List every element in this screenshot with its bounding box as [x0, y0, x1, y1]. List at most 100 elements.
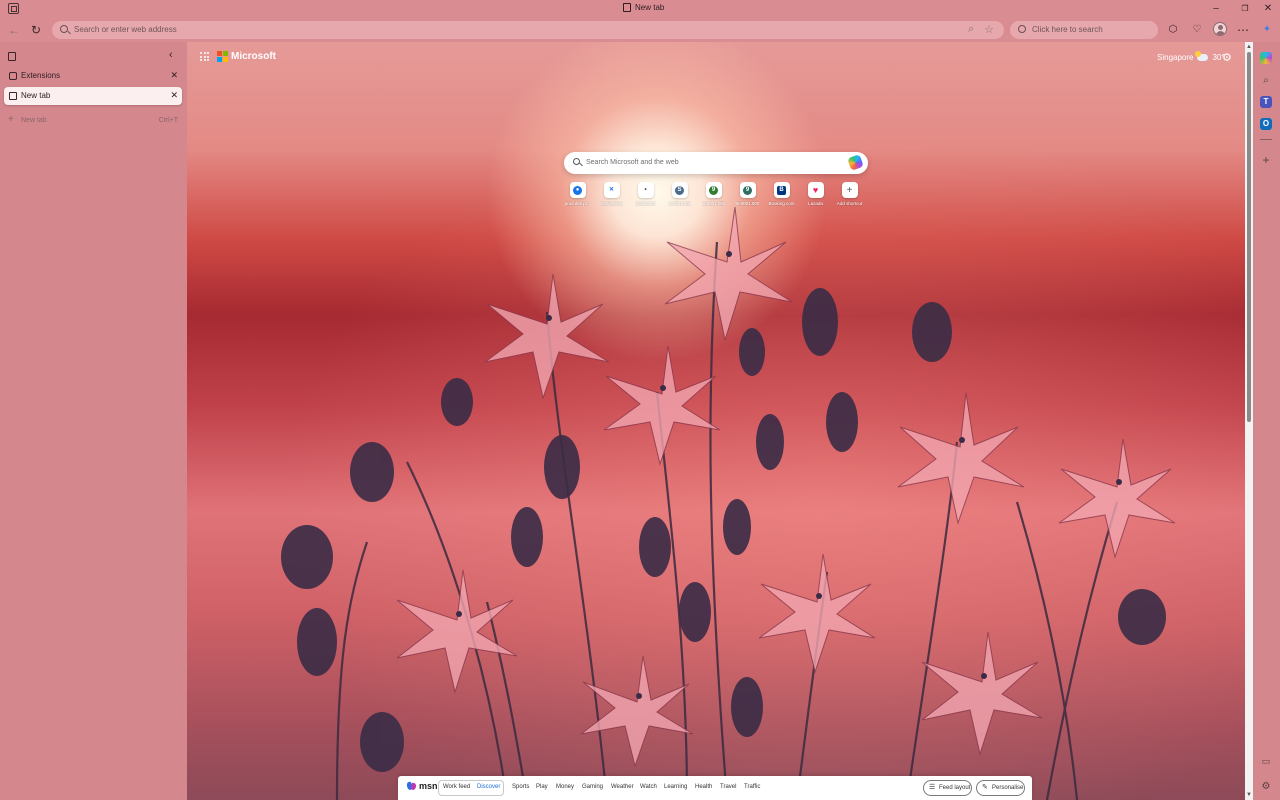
tab-weather[interactable]: Weather: [611, 784, 634, 790]
quick-link-label: prod.dev.pl...: [564, 201, 591, 206]
close-icon[interactable]: ✕: [1261, 2, 1275, 16]
tab-travel[interactable]: Travel: [720, 784, 736, 790]
quick-link[interactable]: ✕ Google/Dev: [597, 182, 626, 206]
window-title-text: New tab: [635, 3, 665, 12]
toolbar-search-placeholder: Click here to search: [1032, 25, 1103, 34]
quick-link[interactable]: • localhost:3: [631, 182, 660, 206]
favorite-star-icon[interactable]: ☆: [984, 23, 994, 36]
quick-link-label: Add shortcut: [836, 201, 863, 206]
copilot-icon[interactable]: [1260, 52, 1272, 64]
tab-traffic[interactable]: Traffic: [744, 784, 760, 790]
add-shortcut-button[interactable]: + Add shortcut: [835, 182, 864, 206]
quick-links: ● prod.dev.pl... ✕ Google/Dev • localhos…: [563, 182, 864, 206]
hide-sidebar-icon[interactable]: ▭: [1260, 755, 1272, 767]
feed-layout-button[interactable]: ☰ Feed layout: [923, 780, 972, 796]
web-search-placeholder: Search Microsoft and the web: [586, 159, 679, 166]
quick-link[interactable]: S ts-0001.000: [665, 182, 694, 206]
browser-essentials-icon[interactable]: ♡: [1188, 21, 1206, 39]
lazada-favicon-icon: ♥: [811, 184, 820, 195]
quick-link[interactable]: ● prod.dev.pl...: [563, 182, 592, 206]
refresh-icon[interactable]: ↻: [27, 21, 45, 39]
title-bar: New tab – ❐ ✕: [0, 0, 1280, 18]
microsoft-brand: Microsoft: [231, 51, 276, 62]
vertical-tabs-sidebar: ‹ Extensions ✕ New tab ✕ + New tab Ctrl+…: [0, 42, 186, 800]
tab-money[interactable]: Money: [556, 784, 574, 790]
close-tab-icon[interactable]: ✕: [170, 90, 178, 101]
quick-link[interactable]: ♥ Lazada: [801, 182, 830, 206]
search-icon: [60, 25, 68, 33]
sidebar-settings-gear-icon[interactable]: ⚙: [1260, 781, 1272, 793]
feed-layout-icon: ☰: [929, 784, 936, 791]
quick-link-label: ts-0001.000: [667, 201, 692, 206]
plus-icon: +: [845, 184, 854, 196]
restore-icon[interactable]: ❐: [1238, 2, 1252, 16]
tab-play[interactable]: Play: [536, 784, 548, 790]
copilot-icon[interactable]: [847, 154, 864, 171]
web-search-input[interactable]: Search Microsoft and the web: [564, 152, 868, 174]
weather-widget[interactable]: Singapore 30°: [1157, 51, 1225, 62]
new-tab-shortcut: Ctrl+T: [158, 117, 178, 124]
tab-label: New tab: [21, 91, 51, 100]
search-icon[interactable]: ⌕: [1260, 75, 1272, 87]
collapse-pane-icon[interactable]: ‹: [169, 49, 173, 61]
extensions-icon[interactable]: ⬡: [1164, 21, 1182, 39]
site-favicon-icon: 9: [743, 185, 752, 195]
new-tab-label: New tab: [21, 117, 47, 124]
toolbar-search-box[interactable]: Click here to search: [1010, 21, 1158, 39]
msn-feed-bar: msn Work feed Discover Sports Play Money…: [398, 776, 1032, 800]
add-app-plus-icon[interactable]: +: [1260, 154, 1272, 166]
close-tab-icon[interactable]: ✕: [170, 70, 178, 81]
profile-avatar[interactable]: [1213, 22, 1227, 36]
quick-link[interactable]: 9 ts-0001.000: [699, 182, 728, 206]
quick-link[interactable]: 9 ts-0001.000: [733, 182, 762, 206]
edge-sidebar: ⌕ T O + ▭ ⚙: [1253, 42, 1280, 800]
tab-watch[interactable]: Watch: [640, 784, 657, 790]
plus-icon: +: [8, 114, 14, 125]
scroll-up-icon[interactable]: ▲: [1246, 44, 1252, 50]
tab-label: Extensions: [21, 71, 61, 80]
copilot-icon[interactable]: ✦: [1258, 21, 1276, 39]
extensions-icon: [9, 72, 17, 80]
personalise-button[interactable]: ✎ Personalise: [976, 780, 1025, 796]
sidebar-tab-extensions[interactable]: Extensions ✕: [4, 67, 182, 85]
msn-brand: msn: [419, 781, 438, 791]
app-launcher-icon[interactable]: [200, 52, 209, 61]
tab-work-feed[interactable]: Work feed: [443, 784, 470, 790]
tab-actions-icon[interactable]: [8, 3, 19, 14]
page-scrollbar[interactable]: ▲ ▼: [1245, 42, 1253, 800]
page-icon: [9, 92, 17, 100]
address-bar[interactable]: Search or enter web address ⌕ ☆: [52, 21, 1004, 39]
scroll-down-icon[interactable]: ▼: [1246, 792, 1252, 798]
tab-actions-icon[interactable]: [8, 52, 16, 61]
page-settings-gear-icon[interactable]: ⚙: [1222, 51, 1232, 64]
microsoft-header: Microsoft: [200, 51, 276, 62]
tab-discover[interactable]: Discover: [477, 784, 500, 790]
tab-gaming[interactable]: Gaming: [582, 784, 603, 790]
tab-health[interactable]: Health: [695, 784, 712, 790]
toolbar: ← ↻ Search or enter web address ⌕ ☆ Clic…: [0, 18, 1280, 42]
minimize-icon[interactable]: –: [1209, 2, 1223, 16]
new-tab-button[interactable]: + New tab Ctrl+T: [8, 114, 178, 129]
sidebar-divider: [1260, 139, 1272, 140]
page-search-icon[interactable]: ⌕: [968, 23, 974, 36]
site-favicon-icon: •: [641, 185, 650, 195]
site-favicon-icon: ✕: [607, 185, 616, 195]
partly-cloudy-icon: [1195, 51, 1209, 61]
teams-icon[interactable]: T: [1260, 96, 1272, 108]
quick-link[interactable]: B Booking.com: [767, 182, 796, 206]
personalise-label: Personalise: [992, 785, 1024, 791]
tab-learning[interactable]: Learning: [664, 784, 687, 790]
search-icon: [1018, 25, 1026, 33]
quick-link-label: Booking.com: [768, 201, 795, 206]
new-tab-page: Microsoft Singapore 30° ⚙ Search Microso…: [187, 42, 1245, 800]
back-icon[interactable]: ←: [5, 21, 23, 39]
quick-link-label: Lazada: [808, 201, 823, 206]
more-options-icon[interactable]: ⋯: [1234, 21, 1252, 39]
msn-logo[interactable]: msn: [407, 781, 438, 791]
outlook-icon[interactable]: O: [1260, 118, 1272, 130]
feed-layout-label: Feed layout: [939, 785, 971, 791]
scrollbar-thumb[interactable]: [1247, 52, 1251, 422]
site-favicon-icon: 9: [709, 185, 718, 195]
sidebar-tab-new-tab[interactable]: New tab ✕: [4, 87, 182, 105]
tab-sports[interactable]: Sports: [512, 784, 529, 790]
